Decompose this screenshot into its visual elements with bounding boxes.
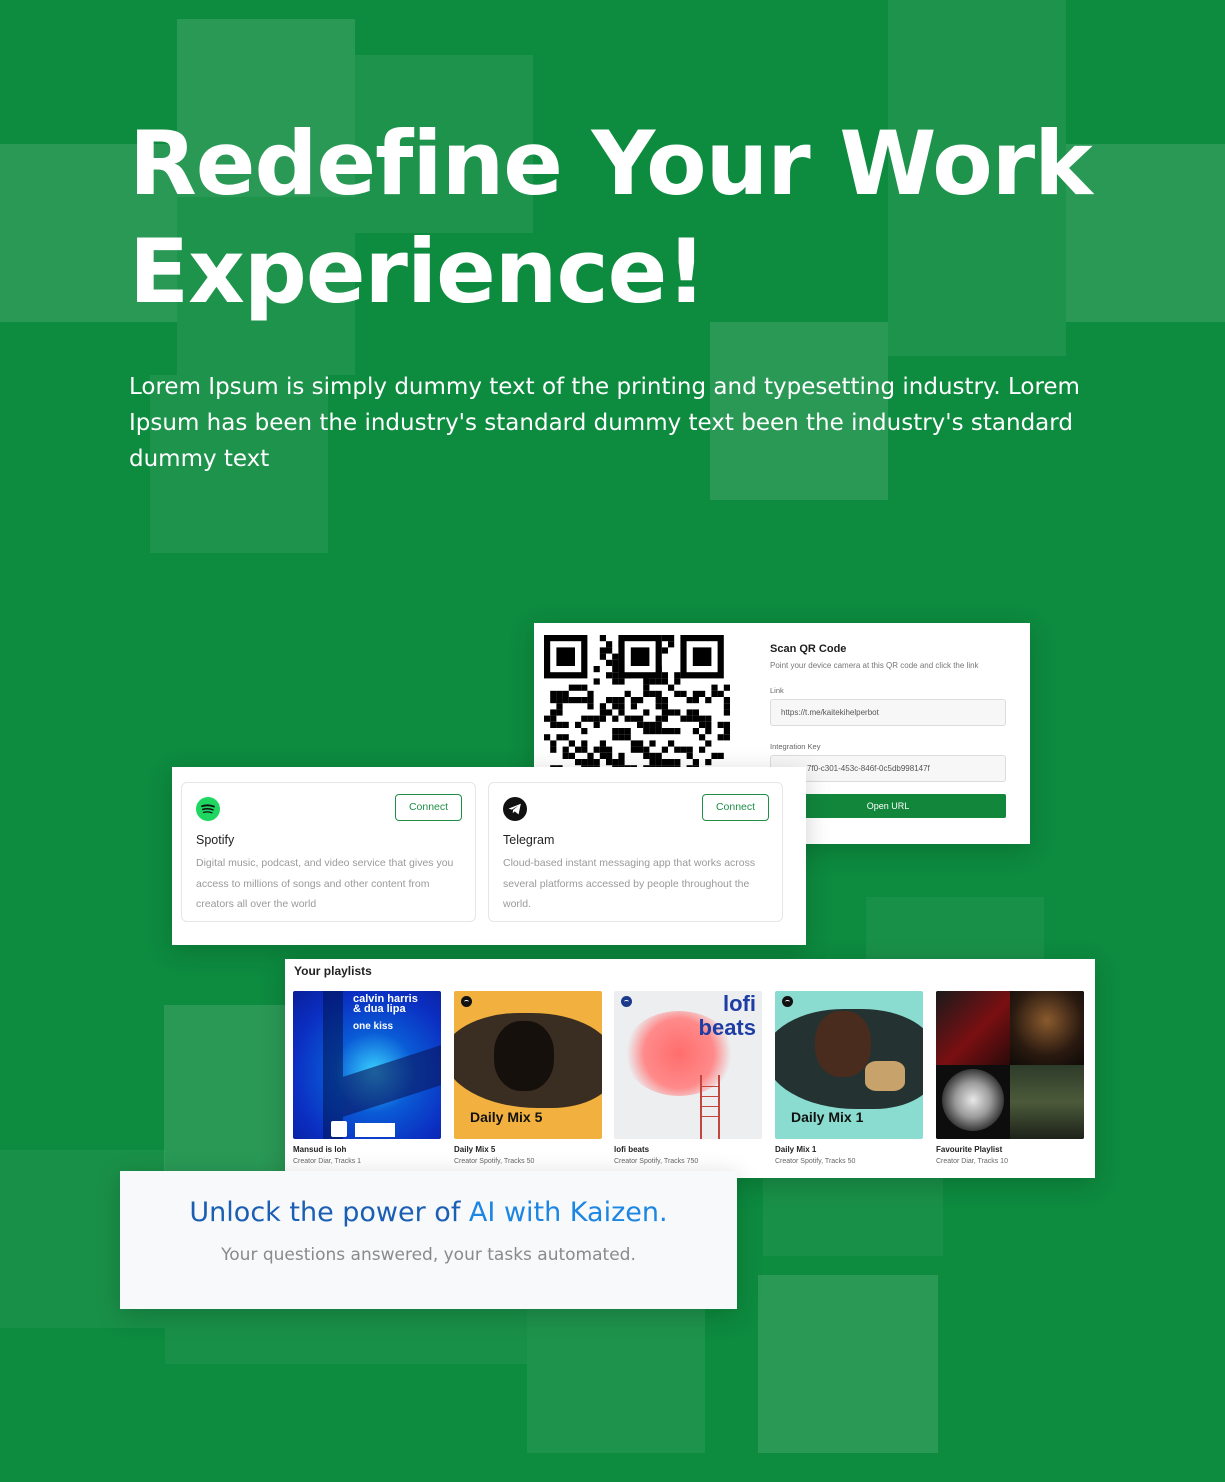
playlist-item[interactable]: Daily Mix 5 Daily Mix 5 Creator Spotify,… [454,991,602,1165]
qr-title: Scan QR Code [770,643,847,655]
playlist-name: Favourite Playlist [936,1145,1003,1154]
playlist-name: lofi beats [614,1145,650,1154]
playlist-item[interactable]: calvin harris & dua lipa one kiss Mansud… [293,991,441,1165]
link-field[interactable]: https://t.me/kaitekihelperbot [770,699,1006,726]
app-name: Spotify [196,833,235,847]
qr-code [544,635,732,785]
integrations-card: Connect Spotify Digital music, podcast, … [172,767,806,945]
hero-subtitle: Lorem Ipsum is simply dummy text of the … [129,374,1080,472]
playlist-cover: calvin harris & dua lipa one kiss [293,991,441,1139]
playlist-cover [936,991,1084,1139]
playlist-name: Daily Mix 5 [454,1145,496,1154]
link-label: Link [770,686,784,695]
playlist-item[interactable]: Daily Mix 1 Daily Mix 1 Creator Spotify,… [775,991,923,1165]
playlist-name: Daily Mix 1 [775,1145,817,1154]
playlist-meta: Creator Diar, Tracks 10 [936,1158,1008,1165]
playlist-item[interactable]: lofi beats lofi beats Creator Spotify, T… [614,991,762,1165]
hero-title: Redefine Your Work Experience! [129,110,1129,326]
playlists-heading: Your playlists [294,964,372,978]
kaizen-title-part2: AI with Kaizen. [468,1197,668,1228]
cover-text: Daily Mix 1 [791,1109,864,1125]
kaizen-title-part1: Unlock the power of [189,1197,469,1228]
cover-text: one kiss [353,1021,394,1032]
cover-text: Daily Mix 5 [470,1109,543,1125]
hero-title-line1: Redefine Your Work [129,112,1093,215]
playlists-card: Your playlists calvin harris & dua lipa … [285,959,1095,1178]
playlist-meta: Creator Diar, Tracks 1 [293,1158,362,1165]
playlist-item[interactable]: Favourite Playlist Creator Diar, Tracks … [936,991,1084,1165]
spotify-icon [196,797,220,821]
telegram-icon [503,797,527,821]
cover-text: beats [698,1015,756,1040]
spotify-card: Connect Spotify Digital music, podcast, … [181,782,476,922]
spotify-badge-icon [461,996,472,1007]
spotify-badge-icon [621,996,632,1007]
playlist-meta: Creator Spotify, Tracks 50 [454,1158,535,1165]
app-name: Telegram [503,833,555,847]
kaizen-banner: Unlock the power of AI with Kaizen. Your… [120,1171,737,1309]
kaizen-subtitle: Your questions answered, your tasks auto… [221,1245,636,1265]
cover-text: lofi [723,991,756,1016]
cover-text: & dua lipa [353,1003,406,1015]
hero-title-line2: Experience! [129,220,706,323]
spotify-badge-icon [782,996,793,1007]
qr-panel: Scan QR Code Point your device camera at… [770,643,1010,818]
qr-description: Point your device camera at this QR code… [770,661,979,670]
bg-tile [164,1005,286,1183]
app-description: Cloud-based instant messaging app that w… [503,857,756,910]
playlist-cover: Daily Mix 1 [775,991,923,1139]
playlist-meta: Creator Spotify, Tracks 750 [614,1158,699,1165]
playlist-name: Mansud is loh [293,1145,347,1154]
kaizen-title: Unlock the power of AI with Kaizen. [120,1197,737,1228]
playlist-meta: Creator Spotify, Tracks 50 [775,1158,856,1165]
app-description: Digital music, podcast, and video servic… [196,857,454,910]
playlist-cover: lofi beats [614,991,762,1139]
playlist-cover: Daily Mix 5 [454,991,602,1139]
bg-tile [758,1275,938,1453]
telegram-connect-button[interactable]: Connect [702,794,769,821]
integration-key-label: Integration Key [770,742,821,751]
spotify-connect-button[interactable]: Connect [395,794,462,821]
telegram-card: Connect Telegram Cloud-based instant mes… [488,782,783,922]
